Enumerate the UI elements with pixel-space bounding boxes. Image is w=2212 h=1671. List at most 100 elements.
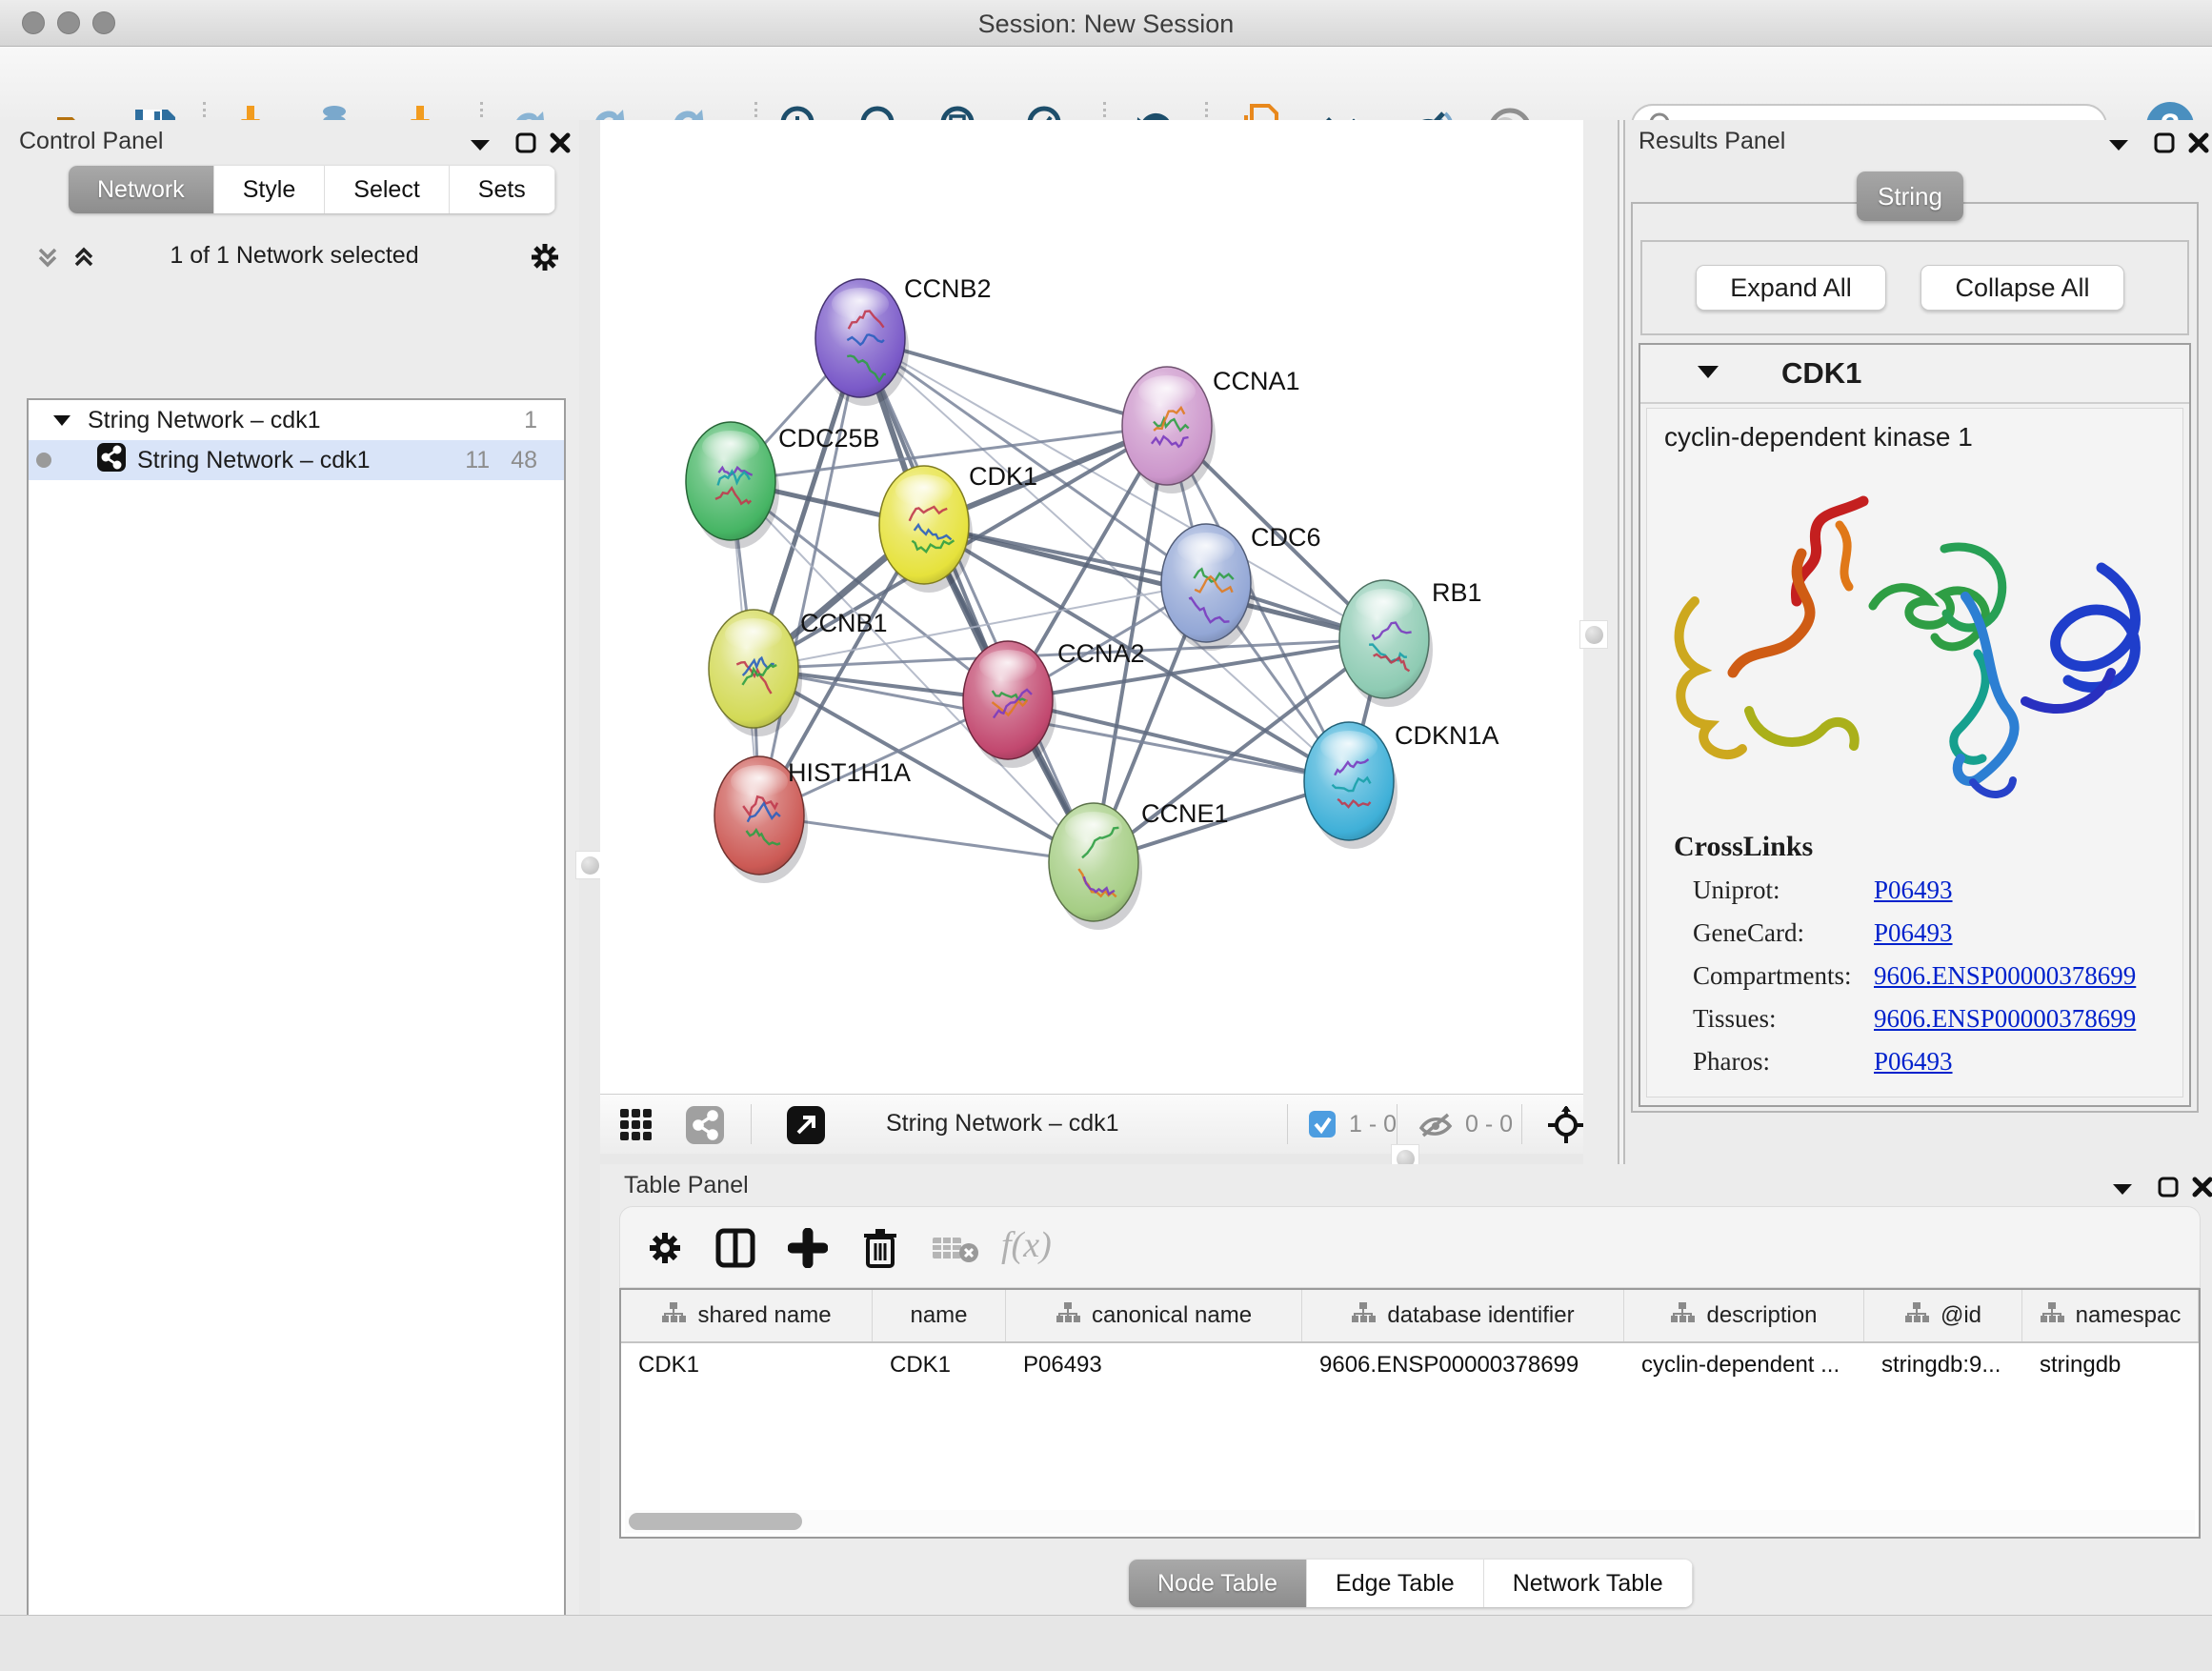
cytoscape-window: Session: New Session — [0, 0, 2212, 1671]
network-node-CCNA1[interactable]: CCNA1 — [1122, 367, 1300, 493]
network-node-CDKN1A[interactable]: CDKN1A — [1304, 721, 1499, 849]
table-cell[interactable]: cyclin-dependent ... — [1624, 1343, 1864, 1387]
table-cell[interactable]: CDK1 — [873, 1343, 1006, 1387]
grid-view-icon[interactable] — [619, 1108, 654, 1147]
crosslink-link[interactable]: 9606.ENSP00000378699 — [1874, 961, 2136, 991]
network-edge — [759, 338, 860, 815]
network-node-CDC6[interactable]: CDC6 — [1161, 523, 1321, 651]
table-horizontal-scrollbar[interactable] — [625, 1510, 2195, 1533]
selected-checkbox-icon[interactable] — [1309, 1111, 1336, 1142]
network-row[interactable]: String Network – cdk1 11 48 — [29, 440, 564, 480]
network-node-CCNB2[interactable]: CCNB2 — [815, 274, 992, 406]
crosslink-link[interactable]: P06493 — [1874, 876, 1953, 905]
collapse-card-icon[interactable] — [1696, 363, 1720, 385]
string-network-icon — [97, 443, 126, 478]
create-column-icon[interactable] — [788, 1228, 828, 1273]
column-header-database-identifier[interactable]: database identifier — [1302, 1290, 1624, 1341]
collection-expander-icon[interactable] — [51, 407, 72, 434]
node-label-CCNA1: CCNA1 — [1213, 367, 1300, 395]
column-header-description[interactable]: description — [1624, 1290, 1864, 1341]
crosslink-label: Pharos: — [1693, 1047, 1874, 1077]
table-cell[interactable]: CDK1 — [621, 1343, 873, 1387]
results-panel-menu-icon[interactable] — [2107, 137, 2130, 157]
node-label-CCNA2: CCNA2 — [1057, 639, 1145, 668]
table-cell[interactable]: P06493 — [1006, 1343, 1302, 1387]
results-panel-float-icon[interactable] — [2153, 131, 2176, 159]
delete-column-icon[interactable] — [860, 1226, 900, 1273]
node-label-CDK1: CDK1 — [969, 462, 1037, 491]
collection-label: String Network – cdk1 — [88, 407, 321, 434]
collection-count: 1 — [524, 407, 537, 434]
network-node-HIST1H1A[interactable]: HIST1H1A — [714, 756, 911, 883]
table-cell[interactable]: stringdb — [2022, 1343, 2199, 1387]
table-options-gear-icon[interactable] — [647, 1230, 683, 1271]
crosslink-row: Pharos:P06493 — [1693, 1040, 2182, 1083]
control-panel-menu-icon[interactable] — [469, 137, 492, 157]
network-node-CDK1[interactable]: CDK1 — [879, 462, 1037, 593]
column-header-label: name — [910, 1302, 967, 1329]
network-collection-row[interactable]: String Network – cdk1 1 — [29, 400, 564, 440]
tab-network-table[interactable]: Network Table — [1484, 1560, 1693, 1607]
crosslink-label: GeneCard: — [1693, 918, 1874, 948]
tab-edge-table[interactable]: Edge Table — [1307, 1560, 1484, 1607]
column-header-shared-name[interactable]: shared name — [621, 1290, 873, 1341]
results-panel-close-icon[interactable] — [2187, 131, 2210, 159]
crosslink-label: Compartments: — [1693, 961, 1874, 991]
node-label-CCNB1: CCNB1 — [800, 609, 888, 637]
node-table[interactable]: shared name name canonical name database id… — [619, 1288, 2201, 1539]
table-row[interactable]: CDK1CDK1P064939606.ENSP00000378699cyclin… — [621, 1343, 2199, 1387]
network-view-title: String Network – cdk1 — [886, 1110, 1119, 1137]
main-toolbar: ? — [0, 47, 2212, 121]
control-panel-float-icon[interactable] — [514, 131, 537, 159]
network-node-RB1[interactable]: RB1 — [1339, 578, 1482, 707]
table-cell[interactable]: 9606.ENSP00000378699 — [1302, 1343, 1624, 1387]
collapse-all-button[interactable]: Collapse All — [1920, 265, 2124, 311]
network-view-toolbar: String Network – cdk1 1 - 0 0 - 0 — [600, 1094, 1583, 1154]
crosslink-row: Compartments:9606.ENSP00000378699 — [1693, 955, 2182, 997]
control-panel: Control Panel NetworkStyleSelectSets 1 o… — [0, 120, 579, 1615]
network-node-CDC25B[interactable]: CDC25B — [686, 422, 880, 549]
node-label-RB1: RB1 — [1432, 578, 1482, 607]
column-header-name[interactable]: name — [873, 1290, 1006, 1341]
expand-all-button[interactable]: Expand All — [1696, 265, 1886, 311]
tab-sets[interactable]: Sets — [450, 166, 555, 213]
column-type-icon — [1351, 1301, 1376, 1331]
crosslink-link[interactable]: P06493 — [1874, 1047, 1953, 1077]
table-cell[interactable]: stringdb:9... — [1864, 1343, 2022, 1387]
tab-node-table[interactable]: Node Table — [1129, 1560, 1307, 1607]
network-node-CCNA2[interactable]: CCNA2 — [963, 639, 1145, 768]
network-canvas[interactable]: CCNB2 CCNA1 CDC25B CDK1 CDC6 RB1 CCNB1 CCNA2 CDK… — [600, 120, 1583, 1094]
fit-selection-crosshair-icon[interactable] — [1547, 1106, 1585, 1149]
center-right-splitter-handle[interactable] — [1580, 621, 1607, 648]
node-label-CDKN1A: CDKN1A — [1395, 721, 1499, 750]
network-style-icon[interactable] — [686, 1106, 724, 1149]
network-options-gear-icon[interactable] — [530, 242, 560, 277]
control-panel-tabs: NetworkStyleSelectSets — [69, 166, 555, 213]
left-splitter-handle[interactable] — [576, 852, 603, 878]
tab-string[interactable]: String — [1857, 171, 1963, 221]
network-selection-status: 1 of 1 Network selected — [27, 242, 562, 270]
crosslink-link[interactable]: 9606.ENSP00000378699 — [1874, 1004, 2136, 1034]
column-header-label: database identifier — [1387, 1302, 1574, 1329]
scrollbar-thumb[interactable] — [629, 1513, 802, 1530]
table-panel-menu-icon[interactable] — [2111, 1181, 2134, 1201]
protein-card-header[interactable]: CDK1 — [1640, 345, 2189, 404]
column-header-label: shared name — [697, 1302, 831, 1329]
control-panel-close-icon[interactable] — [549, 131, 572, 159]
tab-select[interactable]: Select — [325, 166, 449, 213]
column-header-canonical-name[interactable]: canonical name — [1006, 1290, 1302, 1341]
table-panel-float-icon[interactable] — [2157, 1176, 2180, 1203]
table-tabs: Node TableEdge TableNetwork Table — [1129, 1560, 1693, 1607]
tab-network[interactable]: Network — [69, 166, 214, 213]
toolbar-separator — [1397, 1104, 1398, 1144]
birds-eye-view-icon[interactable] — [787, 1106, 825, 1149]
show-columns-icon[interactable] — [715, 1228, 755, 1273]
table-panel-close-icon[interactable] — [2191, 1176, 2212, 1203]
tab-style[interactable]: Style — [214, 166, 326, 213]
crosslink-link[interactable]: P06493 — [1874, 918, 1953, 948]
network-node-CCNE1[interactable]: CCNE1 — [1049, 799, 1229, 930]
results-panel-title: Results Panel — [1639, 128, 1785, 155]
protein-description: cyclin-dependent kinase 1 — [1664, 422, 2182, 453]
column-header-@id[interactable]: @id — [1864, 1290, 2022, 1341]
column-header-namespac[interactable]: namespac — [2022, 1290, 2199, 1341]
